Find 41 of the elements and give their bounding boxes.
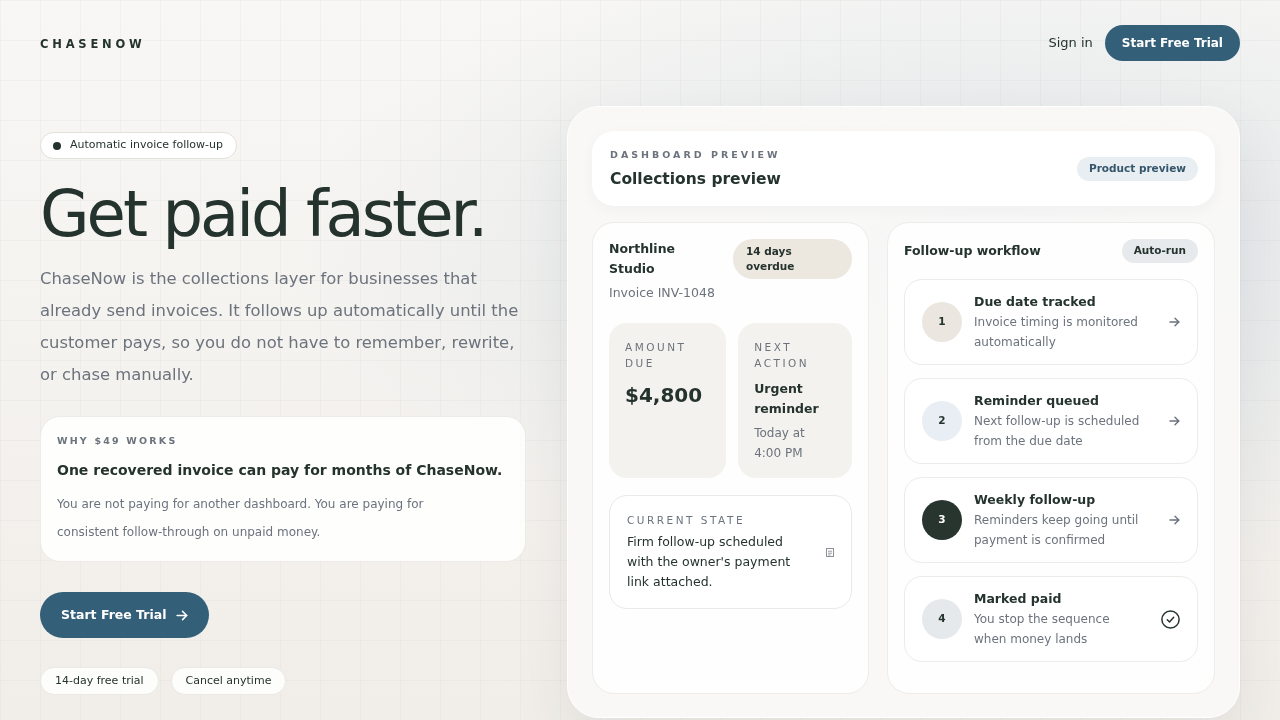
step-title: Due date tracked	[974, 293, 1097, 311]
overdue-badge: 14 days overdue	[733, 239, 852, 279]
feature-chip: Cancel anytime	[170, 667, 287, 695]
card-eyebrow: WHY $49 WORKS	[57, 434, 179, 448]
feature-tag: Automatic invoice follow-up	[40, 132, 237, 159]
dot-icon	[53, 141, 61, 150]
step-number: 4	[922, 599, 962, 639]
start-trial-button[interactable]: Start Free Trial	[40, 592, 210, 638]
card-text: You are not paying for another dashboard. You are paying for consistent follow-through on unpaid money.	[57, 496, 425, 541]
stat-label: NEXT ACTION	[754, 340, 811, 371]
preview-badge: Product preview	[1076, 156, 1198, 181]
client-name: Northline Studio	[609, 240, 677, 278]
amount-value: $4,800	[625, 382, 703, 408]
start-trial-button[interactable]: Start Free Trial	[1104, 25, 1240, 61]
feature-chip: 14-day free trial	[40, 667, 159, 695]
stat-detail: Today at 4:00 PM	[754, 425, 806, 462]
step-number: 3	[922, 500, 962, 540]
card-title: One recovered invoice can pay for months of ChaseNow.	[57, 461, 504, 480]
state-text: Firm follow-up scheduled with the owner's payment link attached.	[627, 533, 792, 591]
logo-text: CHASENOW	[40, 36, 146, 53]
action-value: Urgent reminder	[754, 380, 820, 418]
step-title: Marked paid	[974, 590, 1063, 608]
document-icon	[826, 547, 834, 557]
sign-in-link[interactable]: Sign in	[1048, 33, 1093, 53]
hero-description: ChaseNow is the collections layer for businesses that already send invoices. It follows up automatically until the customer pays, so you do not have to remember, rewrite, or chase manually.	[40, 268, 520, 386]
step-description: Invoice timing is monitored automatically	[974, 314, 1139, 351]
step-title: Weekly follow-up	[974, 491, 1097, 509]
workflow-title: Follow-up workflow	[904, 241, 1041, 260]
auto-run-badge: Auto-run	[1121, 239, 1198, 263]
step-number: 2	[922, 401, 962, 441]
step-number: 1	[922, 302, 962, 342]
step-description: You stop the sequence when money lands	[974, 611, 1111, 648]
stat-label: AMOUNT DUE	[625, 340, 688, 371]
step-description: Next follow-up is scheduled from the due date	[974, 413, 1141, 450]
dashboard-title: Collections preview	[610, 168, 781, 190]
invoice-number: Invoice INV-1048	[609, 284, 716, 302]
step-description: Reminders keep going until payment is confirmed	[974, 512, 1140, 549]
step-title: Reminder queued	[974, 392, 1100, 410]
arrow-icon	[176, 609, 189, 621]
state-label: CURRENT STATE	[627, 513, 747, 528]
section-eyebrow: DASHBOARD PREVIEW	[610, 147, 781, 162]
